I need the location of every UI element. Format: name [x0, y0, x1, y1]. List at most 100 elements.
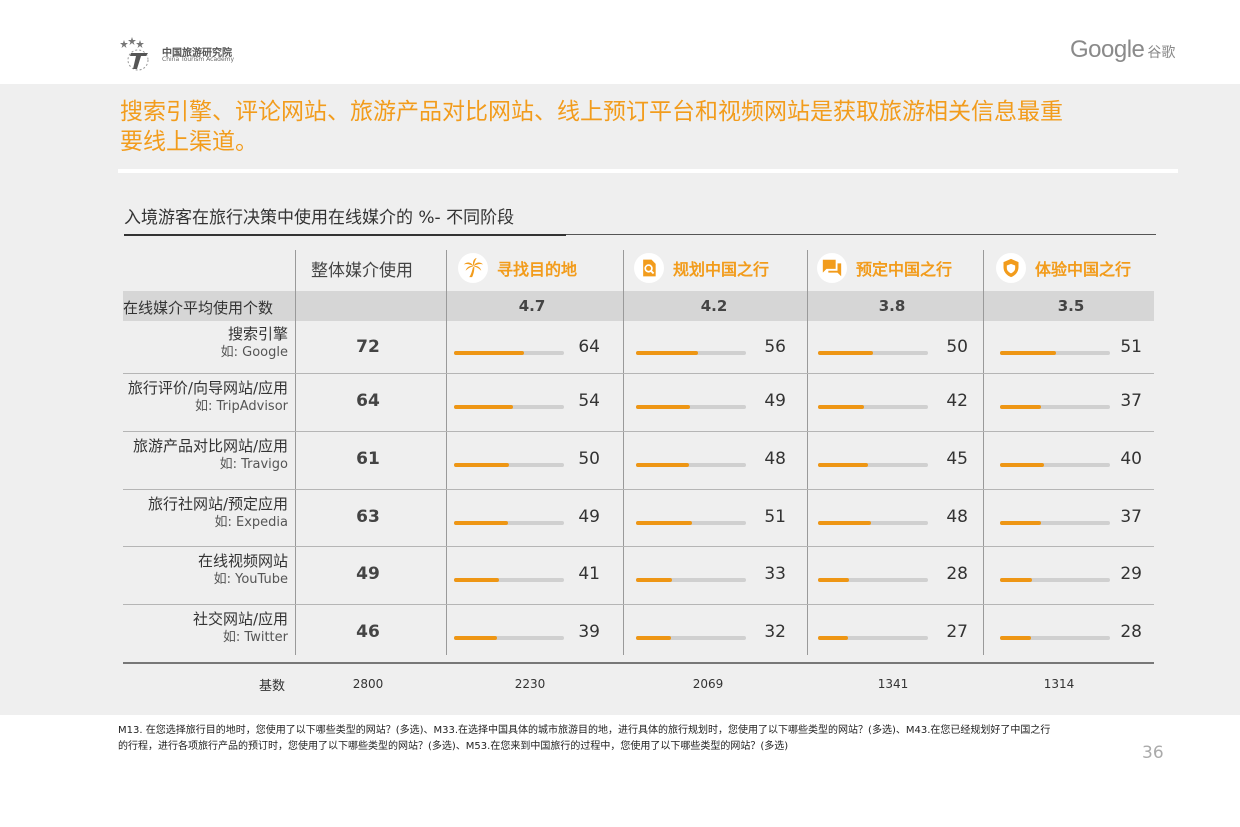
usage-bar-track — [818, 521, 928, 525]
overall-value: 64 — [356, 391, 380, 411]
org-name-en: China Tourism Academy — [162, 56, 235, 63]
column-header-stage-4: 体验中国之行 — [1035, 260, 1132, 279]
media-type-example: 如: Twitter — [222, 630, 288, 645]
subtitle-rule — [566, 234, 1156, 235]
usage-bar-track — [1000, 351, 1110, 355]
usage-percent: 51 — [1120, 337, 1142, 357]
headline-divider — [118, 169, 1178, 173]
usage-percent: 50 — [946, 337, 968, 357]
average-value: 3.8 — [878, 297, 906, 315]
usage-bar-track — [1000, 636, 1110, 640]
column-divider — [623, 250, 624, 655]
media-type-example: 如: Expedia — [214, 515, 289, 530]
usage-bar-track — [636, 405, 746, 409]
base-value: 2069 — [692, 677, 724, 691]
usage-bar-track — [454, 405, 564, 409]
media-type-example: 如: TripAdvisor — [194, 399, 288, 414]
search-document-icon — [634, 253, 664, 283]
media-type-name: 社交网站/应用 — [192, 610, 288, 628]
usage-percent: 37 — [1120, 507, 1142, 527]
usage-bar-track — [818, 463, 928, 467]
usage-percent: 49 — [578, 507, 600, 527]
row-label: 社交网站/应用如: Twitter — [112, 609, 288, 647]
overall-value: 72 — [356, 337, 380, 357]
usage-bar-fill — [1000, 636, 1031, 640]
overall-value: 46 — [356, 622, 380, 642]
usage-bar-fill — [636, 578, 672, 582]
palm-tree-icon — [458, 253, 488, 283]
usage-bar-track — [454, 351, 564, 355]
usage-percent: 39 — [578, 622, 600, 642]
usage-bar-fill — [1000, 578, 1032, 582]
base-value: 2230 — [514, 677, 546, 691]
usage-bar-track — [454, 521, 564, 525]
cta-logo: 中国旅游研究院 China Tourism Academy — [118, 36, 248, 72]
media-type-name: 旅行评价/向导网站/应用 — [127, 379, 288, 397]
usage-bar-fill — [454, 521, 508, 525]
usage-bar-track — [636, 463, 746, 467]
row-label: 旅行评价/向导网站/应用如: TripAdvisor — [112, 378, 288, 416]
usage-bar-track — [636, 636, 746, 640]
usage-bar-fill — [1000, 463, 1044, 467]
row-label: 搜索引擎 如: Google — [112, 324, 288, 362]
row-label: 在线视频网站 如: YouTube — [112, 551, 288, 589]
column-divider — [807, 250, 808, 655]
row-divider — [123, 431, 1154, 432]
overall-value: 49 — [356, 564, 380, 584]
media-type-name: 旅游产品对比网站/应用 — [132, 437, 288, 455]
usage-percent: 50 — [578, 449, 600, 469]
row-label: 旅行社网站/预定应用如: Expedia — [112, 494, 288, 532]
base-value: 2800 — [352, 677, 384, 691]
usage-bar-fill — [454, 463, 509, 467]
usage-percent: 56 — [764, 337, 786, 357]
google-logo: Google 谷歌 — [1070, 36, 1175, 64]
column-header-stage-1: 寻找目的地 — [497, 260, 578, 279]
media-type-name: 旅行社网站/预定应用 — [147, 495, 288, 513]
usage-percent: 42 — [946, 391, 968, 411]
usage-bar-track — [818, 578, 928, 582]
subtitle-underline — [124, 234, 566, 236]
table-subtitle: 入境游客在旅行决策中使用在线媒介的 %- 不同阶段 — [124, 208, 515, 228]
column-divider — [446, 250, 447, 655]
usage-bar-track — [454, 636, 564, 640]
usage-bar-track — [818, 405, 928, 409]
usage-bar-track — [636, 351, 746, 355]
usage-bar-track — [1000, 578, 1110, 582]
usage-bar-fill — [636, 351, 698, 355]
usage-bar-fill — [636, 521, 692, 525]
usage-bar-track — [1000, 521, 1110, 525]
usage-bar-fill — [818, 405, 864, 409]
media-type-example: 如: Travigo — [219, 457, 288, 472]
usage-percent: 54 — [578, 391, 600, 411]
usage-bar-fill — [1000, 521, 1041, 525]
usage-bar-track — [818, 351, 928, 355]
average-row-label: 在线媒介平均使用个数 — [123, 299, 274, 317]
usage-percent: 51 — [764, 507, 786, 527]
usage-bar-fill — [454, 405, 513, 409]
usage-percent: 32 — [764, 622, 786, 642]
row-label: 旅游产品对比网站/应用如: Travigo — [112, 436, 288, 474]
row-divider — [123, 604, 1154, 605]
usage-percent: 48 — [946, 507, 968, 527]
usage-bar-fill — [818, 578, 849, 582]
usage-percent: 64 — [578, 337, 600, 357]
usage-bar-fill — [454, 636, 497, 640]
table-bottom-rule — [123, 662, 1154, 664]
page-number: 36 — [1142, 743, 1164, 763]
column-header-stage-3: 预定中国之行 — [856, 260, 953, 279]
page-headline: 搜索引擎、评论网站、旅游产品对比网站、线上预订平台和视频网站是获取旅游相关信息最… — [120, 99, 1063, 155]
usage-bar-fill — [818, 351, 873, 355]
usage-bar-fill — [454, 351, 524, 355]
usage-bar-fill — [1000, 351, 1056, 355]
row-divider — [123, 546, 1154, 547]
usage-bar-fill — [1000, 405, 1041, 409]
usage-percent: 48 — [764, 449, 786, 469]
usage-bar-track — [454, 463, 564, 467]
chat-bubble-icon — [817, 253, 847, 283]
usage-percent: 37 — [1120, 391, 1142, 411]
column-header-overall: 整体媒介使用 — [311, 250, 413, 286]
usage-bar-track — [818, 636, 928, 640]
usage-bar-fill — [454, 578, 499, 582]
usage-percent: 41 — [578, 564, 600, 584]
media-type-example: 如: YouTube — [213, 572, 288, 587]
